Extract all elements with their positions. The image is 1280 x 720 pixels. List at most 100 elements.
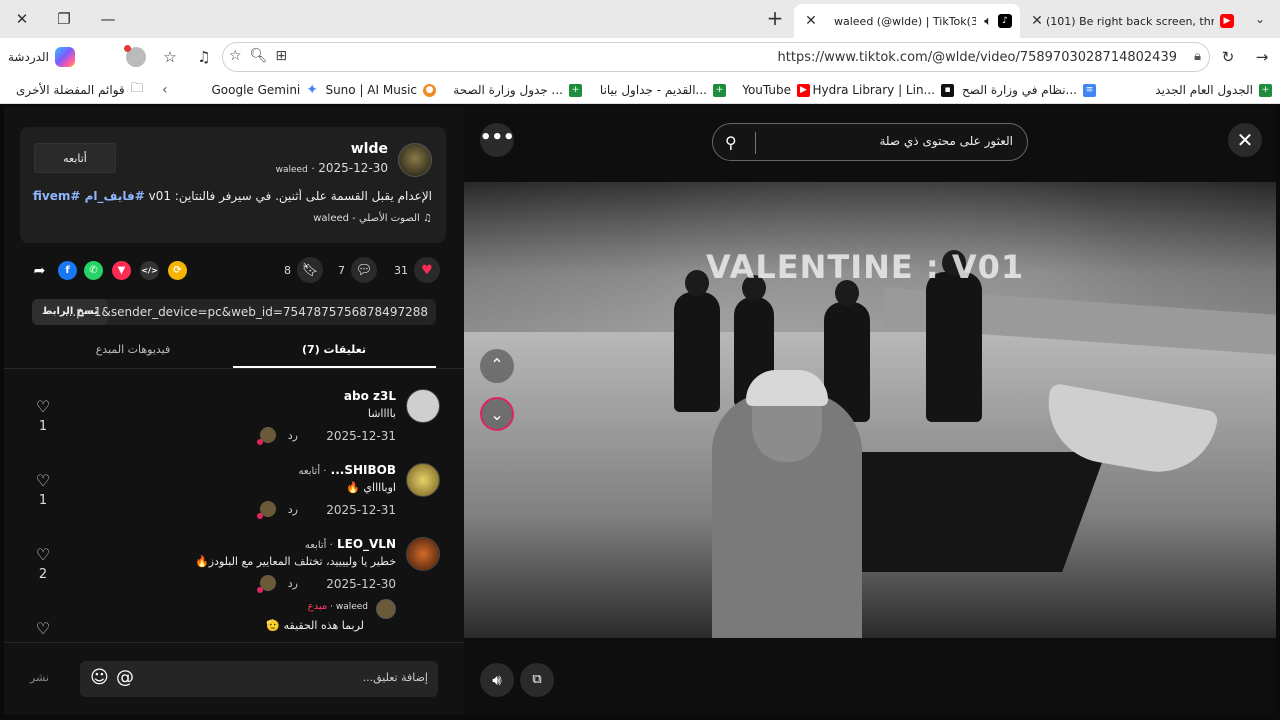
action-bar: ➦ f ✆ ▼ </> ⟳ 8 🔖︎ 7 💬︎ 31 ♥ xyxy=(20,257,446,287)
media-control-icon[interactable]: ♫ xyxy=(192,46,216,68)
mention-icon[interactable]: @ xyxy=(116,667,134,688)
window-restore-button[interactable]: ❐ xyxy=(50,7,78,31)
related-search-box[interactable]: ⚲ العثور على محتوى ذي صلة xyxy=(712,123,1028,161)
emoji-icon[interactable]: ☺ xyxy=(90,667,109,688)
bookmark-item[interactable]: Suno | AI Music ● xyxy=(325,81,436,99)
address-omnibox[interactable]: ☆ 🔍︎ ⊞ https://www.tiktok.com/@wlde/vide… xyxy=(222,42,1210,72)
refresh-icon[interactable]: ↻ xyxy=(1216,46,1240,68)
comment-action[interactable]: 7 💬︎ xyxy=(338,257,377,283)
bookmarks-overflow-chevron-icon[interactable]: ‹ xyxy=(162,81,168,99)
picture-in-picture-icon[interactable]: ⧉ xyxy=(520,663,554,697)
commenter-avatar[interactable] xyxy=(406,537,440,571)
author-handle[interactable]: waleed xyxy=(276,165,308,175)
comment-bubble-icon[interactable]: 💬︎ xyxy=(351,257,377,283)
extensions-icon[interactable]: ⊞ xyxy=(275,48,287,64)
bookmark-item[interactable]: جدول وزارة الصحة ... + xyxy=(453,81,582,99)
commenter-avatar[interactable] xyxy=(406,463,440,497)
follow-button[interactable]: أتابعه xyxy=(34,143,116,173)
comment-heart-icon[interactable]: ♡ xyxy=(32,397,54,416)
reply-button[interactable]: رد xyxy=(288,429,298,442)
post-date: 2025-12-30 xyxy=(318,161,388,175)
volume-icon[interactable]: 🔊︎ xyxy=(480,663,514,697)
youtube-icon: ▶ xyxy=(797,83,810,97)
bookmark-item[interactable]: القديم - جداول بيانا... + xyxy=(600,81,726,99)
comment-input[interactable]: إضافة تعليق... ☺ @ xyxy=(80,661,438,697)
music-row[interactable]: ♫ الصوت الأصلي - waleed xyxy=(313,213,432,224)
bookmark-item[interactable]: نظام في وزارة الصح... ≡ xyxy=(962,81,1096,99)
comment-text: خطير يا ولييييد، تختلف المعايير مع البلو… xyxy=(195,555,396,568)
close-tab-icon[interactable]: ✕ xyxy=(802,13,820,29)
bookmarks-bar: الجدول العام الجديد + نظام في وزارة الصح… xyxy=(0,76,1280,104)
reply-avatar[interactable] xyxy=(376,599,396,619)
copilot-button[interactable]: الدردشة xyxy=(8,45,75,69)
gemini-icon: ✦ xyxy=(306,82,318,98)
commenter-name[interactable]: abo z3L xyxy=(344,389,396,403)
speaker-icon[interactable]: 🔈︎ xyxy=(984,14,992,29)
search-icon[interactable]: 🔍︎ xyxy=(250,48,268,64)
more-options-icon[interactable]: ••• xyxy=(480,123,515,157)
window-minimize-button[interactable]: — xyxy=(94,7,122,31)
search-icon[interactable]: ⚲ xyxy=(725,133,737,152)
author-avatar[interactable] xyxy=(398,143,432,177)
close-tab-icon[interactable]: ✕ xyxy=(1028,13,1046,29)
profile-avatar[interactable] xyxy=(124,45,148,68)
hashtags[interactable]: #فايف_ام #gta5 #fivem xyxy=(32,189,145,203)
site-info-icon[interactable]: 🔒︎ xyxy=(1194,49,1201,64)
add-favorite-icon[interactable]: ☆ xyxy=(229,48,242,64)
browser-tab-bar: ✕ ❐ — + ✕ waleed (@wlde) | TikTok(30) 🔈︎… xyxy=(0,0,1280,38)
other-favorites-label: قوائم المفضلة الأخرى xyxy=(16,83,125,97)
repost-icon[interactable]: ⟳ xyxy=(168,261,187,280)
reply-button[interactable]: رد xyxy=(288,577,298,590)
tab-list-chevron-icon[interactable]: ⌄ xyxy=(1246,7,1274,31)
heart-icon[interactable]: ♥ xyxy=(414,257,440,283)
facebook-icon[interactable]: f xyxy=(58,261,77,280)
video-link-text[interactable]: ...p=1&sender_device=pc&web_id=754787575… xyxy=(65,305,428,319)
reply-heart-icon[interactable]: ♡ xyxy=(32,619,54,638)
share-arrow-icon[interactable]: ➦ xyxy=(30,261,49,280)
whatsapp-icon[interactable]: ✆ xyxy=(84,261,103,280)
tab-tiktok[interactable]: ✕ waleed (@wlde) | TikTok(30) 🔈︎ ♪ xyxy=(794,4,1020,38)
commenter-name[interactable]: LEO_VLN · أتابعه xyxy=(305,537,396,551)
comment-date: 2025-12-30 xyxy=(326,577,396,591)
comment-like-count: 2 xyxy=(38,567,48,582)
url-text[interactable]: https://www.tiktok.com/@wlde/video/75897… xyxy=(778,50,1177,65)
embed-code-icon[interactable]: </> xyxy=(140,261,159,280)
video-player[interactable]: VALENTINE : V01 xyxy=(464,182,1276,638)
bookmark-icon[interactable]: 🔖︎ xyxy=(297,257,323,283)
favorites-star-icon[interactable]: ☆ xyxy=(158,46,182,68)
comment-heart-icon[interactable]: ♡ xyxy=(32,545,54,564)
bookmark-item[interactable]: Hydra Library | Lin... ▪ xyxy=(812,81,954,99)
creator-liked-avatar xyxy=(257,501,276,519)
forward-icon[interactable]: → xyxy=(1250,46,1274,68)
like-action[interactable]: 31 ♥ xyxy=(394,257,440,283)
video-main-character xyxy=(712,370,862,638)
bookmark-item[interactable]: YouTube ▶ xyxy=(742,81,810,99)
save-action[interactable]: 8 🔖︎ xyxy=(284,257,323,283)
author-name[interactable]: wlde xyxy=(351,141,388,157)
tab-comments[interactable]: تعليقات (7) xyxy=(233,343,435,356)
sheets-icon: + xyxy=(713,83,726,97)
comment-item: abo z3L بااااشا 2025-12-31 رد ♡ 1 xyxy=(20,389,440,459)
music-label: الصوت الأصلي - waleed xyxy=(313,213,420,224)
folder-icon: 🗀 xyxy=(130,81,144,96)
window-close-button[interactable]: ✕ xyxy=(8,7,36,31)
bookmark-item[interactable]: الجدول العام الجديد + xyxy=(1155,81,1272,99)
other-favorites-folder[interactable]: قوائم المفضلة الأخرى 🗀 xyxy=(16,81,144,99)
tab-creator-videos[interactable]: فيديوهات المبدع xyxy=(32,343,234,356)
previous-video-chevron-up-icon[interactable]: ⌃ xyxy=(480,349,514,383)
post-info-card: أتابعه wlde waleed · 2025-12-30 الإعدام … xyxy=(20,127,446,243)
hydra-icon: ▪ xyxy=(941,83,954,97)
commenter-avatar[interactable] xyxy=(406,389,440,423)
next-video-chevron-down-icon[interactable]: ⌄ xyxy=(480,397,514,431)
friends-share-icon[interactable]: ▼ xyxy=(112,261,131,280)
close-icon[interactable]: ✕ xyxy=(1228,123,1262,157)
new-tab-button[interactable]: + xyxy=(762,7,788,31)
tab-youtube[interactable]: ✕ (101) Be right back screen, three h ▶ xyxy=(1022,4,1240,38)
comment-heart-icon[interactable]: ♡ xyxy=(32,471,54,490)
bookmark-label: Google Gemini xyxy=(211,83,301,97)
reply-button[interactable]: رد xyxy=(288,503,298,516)
reply-author[interactable]: waleed · مبدع xyxy=(308,601,368,612)
commenter-name[interactable]: SHIBOB... · أتابعه xyxy=(299,463,396,477)
post-comment-button[interactable]: نشر xyxy=(30,671,49,684)
bookmark-item[interactable]: Google Gemini ✦ xyxy=(211,81,318,99)
